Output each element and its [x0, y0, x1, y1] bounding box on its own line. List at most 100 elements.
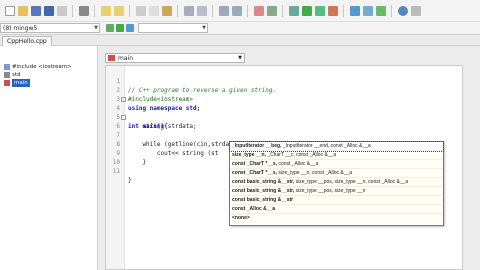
tree-item-include[interactable]: #include <iostream> [4, 63, 72, 71]
completion-item-rest: size_type __n, const _Alloc &__a [277, 170, 353, 176]
completion-item-params: size_type __n, [232, 152, 266, 158]
compile-icon[interactable] [288, 5, 299, 16]
chevron-down-icon: ▼ [202, 25, 206, 31]
chart-icon[interactable] [362, 5, 373, 16]
paste-icon[interactable] [161, 5, 172, 16]
toolbar-divider [282, 4, 283, 17]
completion-item-params: const basic_string &__str, [232, 188, 295, 194]
function-icon [108, 55, 115, 61]
tab-label: CppHello.cpp [7, 38, 47, 45]
compiler-toolbar: (8) mingw5 ▼ ▼ [0, 22, 480, 35]
completion-item[interactable]: const basic_string &__str [230, 196, 443, 205]
completion-item-params: _InputIterator __beg, [232, 143, 282, 149]
chevron-down-icon: ▼ [238, 55, 242, 61]
toolbar-divider [129, 4, 130, 17]
completion-item-rest: size_type __pos, size_type __n, const _A… [294, 179, 409, 185]
compile-run-icon[interactable] [314, 5, 325, 16]
code-line: 5 string strdata; [106, 104, 462, 130]
code-line: 1 // C++ program to reverse a given stri… [106, 68, 462, 94]
scope-value: main [118, 55, 133, 62]
completion-item[interactable]: <none> [230, 214, 443, 223]
build-target-select[interactable]: ▼ [138, 23, 208, 33]
main-toolbar [0, 0, 480, 22]
line-text: } [128, 177, 132, 184]
redo-icon[interactable] [113, 5, 124, 16]
code-completion-popup: _InputIterator __beg, _InputIterator __e… [229, 141, 444, 226]
chevron-down-icon: ▼ [94, 25, 98, 31]
bookmark-icon[interactable] [253, 5, 264, 16]
toolbar-divider [177, 4, 178, 17]
toolbar-divider [72, 4, 73, 17]
toolbar-divider [94, 4, 95, 17]
class-browser-panel: #include <iostream> std main [0, 46, 98, 270]
run-small-icon[interactable] [115, 24, 124, 32]
compile-small-icon[interactable] [105, 24, 114, 32]
check-icon[interactable] [375, 5, 386, 16]
editor-area: main ▼ 1 // C++ program to reverse a giv… [99, 46, 480, 270]
save-all-icon[interactable] [43, 5, 54, 16]
compiler-select-value: (8) mingw5 [3, 25, 38, 32]
about-icon[interactable] [410, 5, 421, 16]
code-line: 6 - while (getline(cin,strdata)){ [106, 113, 462, 148]
completion-item[interactable]: size_type __n, _CharT __c, const _Alloc … [230, 151, 443, 160]
completion-item-params: const basic_string &__str, [232, 179, 295, 185]
fold-toggle-icon[interactable]: - [121, 97, 126, 102]
help-icon[interactable] [397, 5, 408, 16]
completion-item[interactable]: const _CharT *__s, size_type __n, const … [230, 169, 443, 178]
compiler-select[interactable]: (8) mingw5 ▼ [0, 23, 100, 33]
code-line: 8 cout<< string (st [106, 131, 462, 157]
debug-small-icon[interactable] [125, 24, 134, 32]
completion-item[interactable]: const _Alloc &__a [230, 205, 443, 214]
unindent-icon[interactable] [231, 5, 242, 16]
toolbar-divider [343, 4, 344, 17]
completion-item-params: const _CharT *__s, [232, 161, 278, 167]
completion-item-params: const _CharT *__s, [232, 170, 278, 176]
function-icon [4, 80, 10, 86]
completion-item-rest: _InputIterator __end, const _Alloc &__a [281, 143, 371, 149]
code-line: 4 - int main(){ [106, 95, 462, 130]
completion-item-params: const _Alloc &__a [232, 206, 276, 212]
copy-icon[interactable] [148, 5, 159, 16]
completion-item[interactable]: const _CharT *__s, const _Alloc &__a [230, 160, 443, 169]
toolbar-divider [212, 4, 213, 17]
scope-bar: main ▼ [99, 53, 480, 64]
completion-item-params: <none> [232, 215, 250, 221]
undo-icon[interactable] [100, 5, 111, 16]
find-icon[interactable] [183, 5, 194, 16]
completion-item[interactable]: const basic_string &__str, size_type __p… [230, 178, 443, 187]
scope-select[interactable]: main ▼ [105, 53, 245, 63]
toolbar-divider [391, 4, 392, 17]
completion-item-rest: _CharT __c, const _Alloc &__a [265, 152, 337, 158]
new-file-icon[interactable] [4, 5, 15, 16]
toolbar-divider [247, 4, 248, 17]
open-folder-icon[interactable] [17, 5, 28, 16]
tree-item-main[interactable]: main [4, 79, 30, 87]
tree-item-label: std [12, 72, 21, 78]
print-icon[interactable] [78, 5, 89, 16]
code-line: 7 [106, 122, 462, 139]
fold-toggle-icon[interactable]: - [121, 115, 126, 120]
namespace-icon [4, 72, 10, 78]
file-tab-bar: CppHello.cpp [0, 35, 480, 46]
close-file-icon[interactable] [56, 5, 67, 16]
completion-item-rest: size_type __pos, size_type __n [294, 188, 366, 194]
code-line: 3 using namespace std; [106, 86, 462, 112]
run-icon[interactable] [301, 5, 312, 16]
rebuild-icon[interactable] [327, 5, 338, 16]
replace-icon[interactable] [196, 5, 207, 16]
cut-icon[interactable] [135, 5, 146, 16]
save-icon[interactable] [30, 5, 41, 16]
completion-item[interactable]: const basic_string &__str, size_type __p… [230, 187, 443, 196]
debug-icon[interactable] [349, 5, 360, 16]
indent-icon[interactable] [218, 5, 229, 16]
tree-item-label: #include <iostream> [12, 64, 72, 70]
line-number: 11 [112, 168, 120, 175]
goto-icon[interactable] [266, 5, 277, 16]
completion-item-rest: const _Alloc &__a [277, 161, 319, 167]
completion-item-params: const basic_string &__str [232, 197, 294, 203]
code-line: 2 #include<iostream> [106, 77, 462, 103]
tab-cpphello[interactable]: CppHello.cpp [2, 36, 52, 46]
tree-item-label: main [12, 79, 30, 87]
completion-item[interactable]: _InputIterator __beg, _InputIterator __e… [229, 141, 444, 152]
tree-item-std[interactable]: std [4, 71, 21, 79]
